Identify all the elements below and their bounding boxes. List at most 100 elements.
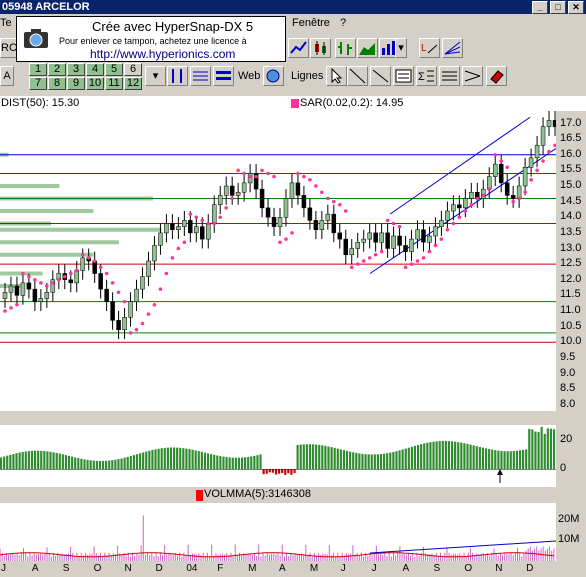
oscillator-bar bbox=[229, 457, 231, 469]
candle-body bbox=[523, 167, 527, 186]
stamp-link[interactable]: http://www.hyperionics.com bbox=[90, 47, 235, 61]
menu-item-help[interactable]: ? bbox=[340, 17, 346, 29]
period-button-5[interactable]: 5 bbox=[105, 63, 123, 76]
menu-item-fenetre[interactable]: Fenêtre bbox=[292, 17, 330, 29]
period-button-3[interactable]: 3 bbox=[67, 63, 85, 76]
oscillator-bar bbox=[176, 448, 178, 470]
candle-body bbox=[242, 183, 246, 192]
oscillator-bar bbox=[40, 451, 42, 469]
oscillator-bar bbox=[272, 469, 274, 472]
month-tick-label: M bbox=[248, 563, 256, 574]
period-button-9[interactable]: 9 bbox=[67, 77, 85, 90]
eraser-icon[interactable] bbox=[486, 66, 507, 86]
oscillator-bar bbox=[364, 454, 366, 469]
candle-body bbox=[350, 249, 354, 255]
period-button-11[interactable]: 11 bbox=[105, 77, 123, 90]
cursor-icon[interactable] bbox=[326, 66, 347, 86]
oscillator-bar bbox=[99, 461, 101, 469]
a-button[interactable]: A bbox=[0, 66, 14, 86]
area-chart-icon[interactable] bbox=[357, 38, 378, 58]
sar-dot bbox=[523, 190, 527, 194]
oscillator-bar bbox=[263, 469, 265, 474]
sar-dot bbox=[356, 262, 360, 266]
candle-body bbox=[45, 292, 49, 298]
sar-dot bbox=[159, 287, 163, 291]
price-axis: 17.0 16.5 16.0 15.5 15.0 14.5 14.0 13.5 13.0 12.5… bbox=[556, 111, 586, 411]
sort-icon[interactable] bbox=[167, 66, 188, 86]
sar-dot bbox=[499, 159, 503, 163]
draw-line2-icon[interactable] bbox=[370, 66, 391, 86]
oscillator-bar bbox=[179, 448, 181, 469]
chevron-down-icon[interactable]: ▾ bbox=[395, 38, 407, 58]
month-tick-label: A bbox=[403, 563, 410, 574]
draw-line-icon[interactable] bbox=[347, 66, 368, 86]
month-tick-label: F bbox=[217, 563, 223, 574]
oscillator-panel[interactable] bbox=[0, 425, 556, 487]
period-button-8[interactable]: 8 bbox=[48, 77, 66, 90]
oscillator-bar bbox=[139, 453, 141, 469]
price-chart-panel[interactable] bbox=[0, 111, 556, 411]
period-button-4[interactable]: 4 bbox=[86, 63, 104, 76]
oscillator-bar bbox=[547, 428, 549, 469]
indicator-icon[interactable]: L bbox=[419, 38, 440, 58]
oscillator-bar bbox=[287, 469, 289, 473]
oscillator-bar bbox=[528, 429, 530, 469]
oscillator-bar bbox=[426, 443, 428, 469]
oscillator-bar bbox=[516, 451, 518, 469]
close-button[interactable]: ✕ bbox=[568, 1, 584, 14]
oscillator-bar bbox=[9, 455, 11, 469]
line-chart-icon[interactable] bbox=[288, 38, 309, 58]
oscillator-bar bbox=[238, 458, 240, 470]
candle-body bbox=[368, 233, 372, 239]
candle-body bbox=[356, 242, 360, 248]
sar-dot bbox=[81, 253, 85, 257]
oscillator-bar bbox=[479, 447, 481, 469]
oscillator-bar bbox=[414, 446, 416, 469]
web-label[interactable]: Web bbox=[238, 70, 260, 82]
oscillator-bar bbox=[352, 452, 354, 469]
fibonacci-icon[interactable]: Σ bbox=[416, 66, 437, 86]
candle-body bbox=[9, 286, 13, 292]
menu-item-te[interactable]: Te bbox=[0, 17, 12, 29]
bar-chart-icon[interactable] bbox=[335, 38, 356, 58]
oscillator-bar bbox=[136, 454, 138, 469]
title-bar[interactable]: 05948 ARCELOR _ □ ✕ bbox=[0, 0, 586, 14]
lines-icon[interactable] bbox=[190, 66, 211, 86]
candle-body bbox=[69, 280, 73, 283]
oscillator-axis: 20 0 bbox=[556, 425, 586, 487]
fan-icon[interactable] bbox=[442, 38, 463, 58]
candle-body bbox=[469, 192, 473, 198]
list-icon[interactable] bbox=[213, 66, 234, 86]
minimize-button[interactable]: _ bbox=[532, 1, 548, 14]
sar-dot bbox=[39, 281, 43, 285]
sar-dot bbox=[105, 272, 109, 276]
period-button-1[interactable]: 1 bbox=[29, 63, 47, 76]
oscillator-bar bbox=[445, 441, 447, 469]
candle-body bbox=[188, 220, 192, 233]
oscillator-bar bbox=[15, 453, 17, 469]
maximize-button[interactable]: □ bbox=[550, 1, 566, 14]
period-button-12[interactable]: 12 bbox=[124, 77, 142, 90]
chevron-down-icon[interactable]: ▾ bbox=[145, 66, 166, 86]
period-button-10[interactable]: 10 bbox=[86, 77, 104, 90]
period-button-6[interactable]: 6 bbox=[124, 63, 142, 76]
period-button-2[interactable]: 2 bbox=[48, 63, 66, 76]
volume-panel[interactable] bbox=[0, 503, 556, 561]
oscillator-bar bbox=[340, 449, 342, 469]
price-tick-label: 17.0 bbox=[560, 117, 581, 129]
channel-icon[interactable] bbox=[462, 66, 483, 86]
sar-dot bbox=[189, 212, 193, 216]
period-button-7[interactable]: 7 bbox=[29, 77, 47, 90]
oscillator-bar bbox=[130, 456, 132, 469]
candle-body bbox=[421, 230, 425, 243]
oscillator-bar bbox=[170, 448, 172, 470]
price-tick-label: 8.5 bbox=[560, 382, 575, 394]
text-box-icon[interactable] bbox=[393, 66, 414, 86]
globe-icon[interactable] bbox=[263, 66, 284, 86]
hlines-icon[interactable] bbox=[439, 66, 460, 86]
oscillator-bar bbox=[349, 452, 351, 470]
candle-chart-icon[interactable] bbox=[310, 38, 331, 58]
oscillator-bar bbox=[312, 444, 314, 469]
oscillator-bar bbox=[448, 441, 450, 469]
candle-body bbox=[374, 233, 378, 242]
